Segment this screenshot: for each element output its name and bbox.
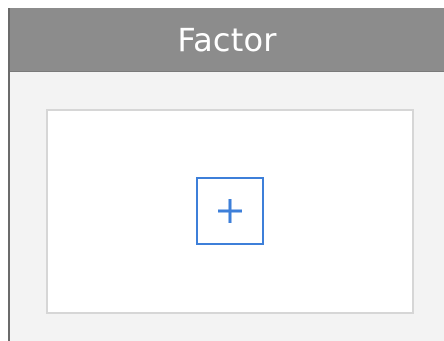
panel-header: Factor xyxy=(10,8,444,72)
factor-drop-zone[interactable] xyxy=(46,109,414,314)
add-factor-button[interactable] xyxy=(196,177,264,245)
plus-icon xyxy=(218,199,242,223)
panel-title: Factor xyxy=(177,20,277,59)
factor-panel: Factor xyxy=(8,8,444,341)
